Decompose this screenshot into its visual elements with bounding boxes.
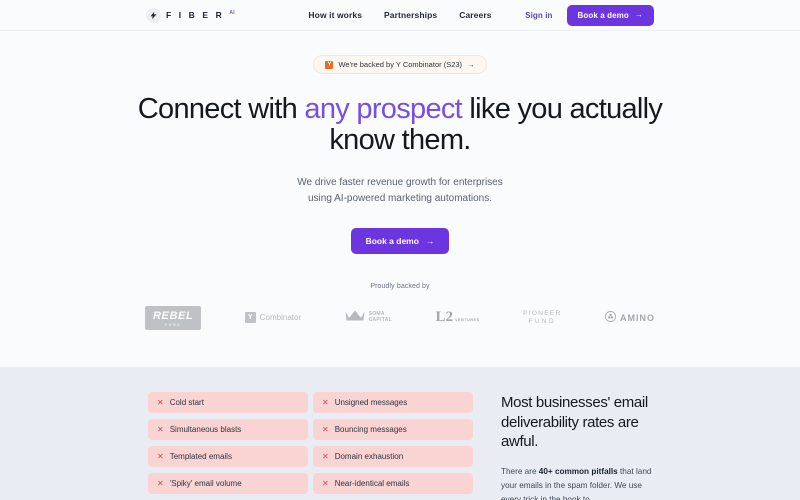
yc-backed-badge[interactable]: Y We're backed by Y Combinator (S23) → <box>313 55 487 74</box>
book-a-demo-label-nav: Book a demo <box>577 10 629 20</box>
brand-wordmark: F I B E R <box>166 10 225 20</box>
rebel-fund-subtext: FUND <box>164 322 182 327</box>
nav-link-partnerships[interactable]: Partnerships <box>384 10 437 20</box>
pitfall-chip-label: Bouncing messages <box>334 425 407 434</box>
close-icon: ✕ <box>322 451 329 461</box>
close-icon: ✕ <box>322 478 329 488</box>
subheadline-line-1: We drive faster revenue growth for enter… <box>297 176 503 188</box>
book-a-demo-button-nav[interactable]: Book a demo → <box>566 4 654 26</box>
pioneer-fund-line-2: FUND <box>528 318 557 326</box>
pitfall-chip-unsigned-messages[interactable]: ✕ Unsigned messages <box>313 392 473 413</box>
close-icon: ✕ <box>157 478 164 488</box>
pioneer-fund-line-1: PIONEER <box>523 310 562 318</box>
pitfalls-body: There are 40+ common pitfalls that land … <box>501 465 654 500</box>
arrow-right-icon: → <box>425 235 435 246</box>
hero-section: Y We're backed by Y Combinator (S23) → C… <box>0 31 800 367</box>
top-navbar: F I B E R AI How it works Partnerships C… <box>0 0 800 31</box>
pitfall-chip-grid: ✕ Cold start ✕ Unsigned messages ✕ Simul… <box>148 392 473 500</box>
pitfall-chip-label: 'Spiky' email volume <box>169 479 242 488</box>
pitfall-chip-domain-exhaustion[interactable]: ✕ Domain exhaustion <box>313 446 473 467</box>
subheadline-line-2: using AI-powered marketing automations. <box>308 193 492 205</box>
pitfalls-body-emphasis: 40+ common pitfalls <box>538 466 618 476</box>
l2-ventures-subtext: VENTURES <box>454 318 480 323</box>
pitfall-chip-label: Domain exhaustion <box>334 452 404 461</box>
book-a-demo-button-hero[interactable]: Book a demo → <box>350 227 450 254</box>
y-combinator-wordmark: Combinator <box>259 313 302 323</box>
backer-logo-soma-capital: SOMA CAPITAL <box>345 304 392 332</box>
pitfall-chip-label: Cold start <box>169 398 204 407</box>
pitfalls-body-part-1: There are <box>501 466 539 476</box>
close-icon: ✕ <box>157 424 164 434</box>
close-icon: ✕ <box>322 424 329 434</box>
pitfall-chip-simultaneous-blasts[interactable]: ✕ Simultaneous blasts <box>148 419 308 440</box>
backer-logo-row: REBEL FUND Y Combinator SOMA CAPITAL L2 … <box>145 304 655 332</box>
pitfall-chip-label: Near-identical emails <box>334 479 410 488</box>
backer-logo-amino: AMINO <box>604 304 655 332</box>
sign-in-link[interactable]: Sign in <box>525 11 552 20</box>
backer-logo-rebel-fund: REBEL FUND <box>145 304 202 332</box>
amino-flower-icon <box>604 309 616 327</box>
l2-mark: L2 <box>435 309 453 326</box>
pitfall-chip-bouncing-messages[interactable]: ✕ Bouncing messages <box>313 419 473 440</box>
headline-part-1: Connect with <box>137 93 305 125</box>
crown-icon <box>345 309 365 327</box>
pitfall-chip-near-identical-emails[interactable]: ✕ Near-identical emails <box>313 473 473 494</box>
close-icon: ✕ <box>157 451 164 461</box>
headline-accent: any prospect <box>304 93 463 125</box>
pitfall-chip-label: Unsigned messages <box>334 398 408 407</box>
nav-actions: Sign in Book a demo → <box>525 4 654 26</box>
close-icon: ✕ <box>322 397 329 407</box>
nav-link-careers[interactable]: Careers <box>459 10 491 20</box>
arrow-right-icon: → <box>634 10 643 19</box>
pitfall-chip-label: Simultaneous blasts <box>169 425 242 434</box>
brand-logo[interactable]: F I B E R AI <box>146 7 235 23</box>
pitfalls-copy: Most businesses' email deliverability ra… <box>489 392 654 500</box>
pitfall-chip-templated-emails[interactable]: ✕ Templated emails <box>148 446 308 467</box>
nav-link-how-it-works[interactable]: How it works <box>308 10 362 20</box>
lightning-bolt-icon <box>146 7 161 23</box>
backer-logo-y-combinator: Y Combinator <box>244 304 302 332</box>
brand-superscript: AI <box>229 9 235 16</box>
rebel-fund-wordmark: REBEL <box>153 309 194 322</box>
y-combinator-icon: Y <box>244 312 256 324</box>
pitfall-chip-spiky-email-volume[interactable]: ✕ 'Spiky' email volume <box>148 473 308 494</box>
hero-cta-wrapper: Book a demo → <box>350 227 450 254</box>
pitfall-chip-label: Templated emails <box>169 452 232 461</box>
book-a-demo-label-hero: Book a demo <box>365 235 419 246</box>
close-icon: ✕ <box>157 397 164 407</box>
soma-capital-wordmark: SOMA CAPITAL <box>368 311 392 323</box>
pitfall-chip-cold-start[interactable]: ✕ Cold start <box>148 392 308 413</box>
yc-badge-label: We're backed by Y Combinator (S23) <box>338 60 463 69</box>
pitfalls-title: Most businesses' email deliverability ra… <box>501 394 648 450</box>
amino-wordmark: AMINO <box>619 312 655 323</box>
backer-logo-pioneer-fund: PIONEER FUND <box>523 304 561 332</box>
hero-subheadline: We drive faster revenue growth for enter… <box>297 175 502 208</box>
hero-headline: Connect with any prospect like you actua… <box>120 93 680 157</box>
y-combinator-icon: Y <box>325 60 334 69</box>
pitfalls-section: ✕ Cold start ✕ Unsigned messages ✕ Simul… <box>0 367 800 500</box>
arrow-right-icon: → <box>467 60 475 69</box>
proudly-backed-by-label: Proudly backed by <box>370 282 430 290</box>
nav-links: How it works Partnerships Careers <box>308 10 491 20</box>
backer-logo-l2-ventures: L2 VENTURES <box>435 304 479 332</box>
